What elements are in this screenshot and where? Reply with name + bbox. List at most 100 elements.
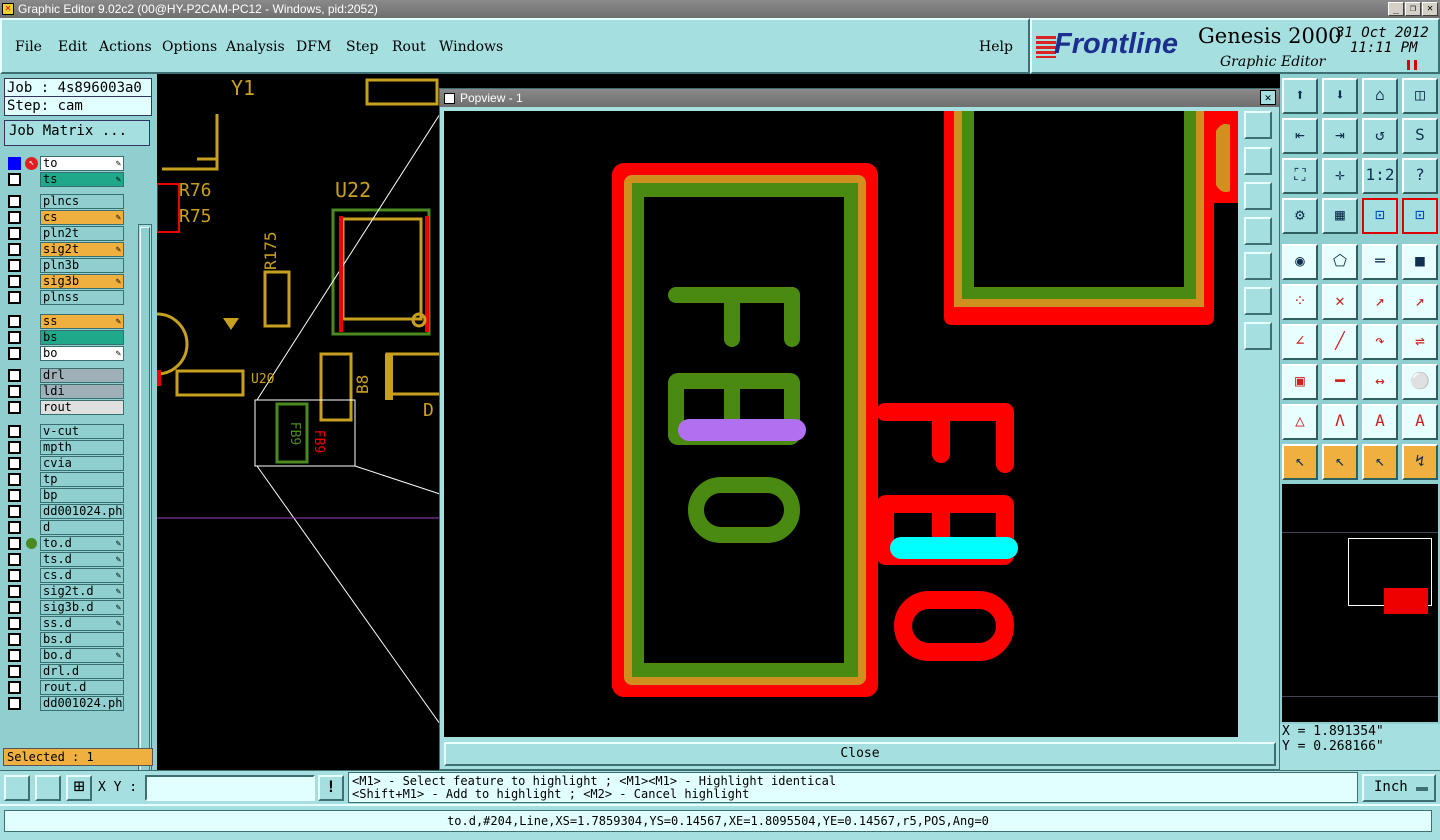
layer-row-21[interactable]: d [8, 520, 124, 535]
layer-row-6[interactable]: pln3b [8, 258, 124, 273]
layer-row-0[interactable]: ↖ to ✎ [8, 156, 124, 171]
dimension-icon[interactable]: ↔ [1362, 364, 1398, 400]
trace-icon[interactable]: ━ [1322, 364, 1358, 400]
layer-checkbox[interactable] [8, 473, 21, 486]
layer-checkbox[interactable] [8, 633, 21, 646]
menu-file[interactable]: File [15, 39, 42, 55]
layer-row-1[interactable]: ts ✎ [8, 172, 124, 187]
layer-checkbox[interactable] [8, 243, 21, 256]
menu-dfm[interactable]: DFM [296, 39, 331, 55]
alert-icon[interactable]: ! [318, 775, 344, 801]
line-drag-icon[interactable]: ↗ [1402, 284, 1438, 320]
close-icon[interactable]: ✕ [1422, 2, 1438, 16]
menu-analysis[interactable]: Analysis [226, 39, 285, 55]
popview-close-icon[interactable]: ✕ [1260, 90, 1276, 105]
menu-step[interactable]: Step [346, 39, 378, 55]
layer-row-20[interactable]: dd001024.pho [8, 504, 124, 519]
job-matrix-button[interactable]: Job Matrix ... [4, 120, 150, 146]
net-highlight-icon[interactable]: ⊡ [1362, 198, 1398, 234]
layer-scrollbar[interactable] [138, 224, 152, 816]
layer-checkbox[interactable] [8, 521, 21, 534]
letter-a-icon[interactable]: A [1362, 404, 1398, 440]
layer-checkbox[interactable] [8, 211, 21, 224]
layer-row-18[interactable]: tp [8, 472, 124, 487]
popview-zoom-tool-6[interactable] [1244, 287, 1272, 315]
measure-icon[interactable] [35, 775, 61, 801]
window-split-icon[interactable]: ◫ [1402, 78, 1438, 114]
menu-rout[interactable]: Rout [392, 39, 426, 55]
layer-checkbox[interactable] [8, 457, 21, 470]
popview-zoom-tool-7[interactable] [1244, 322, 1272, 350]
rotate-icon[interactable]: ↺ [1362, 118, 1398, 154]
pointer-frame-icon[interactable]: ↖ [1362, 444, 1398, 480]
menu-help[interactable]: Help [979, 39, 1013, 55]
pointer-icon[interactable]: ↖ [1282, 444, 1318, 480]
graphic-canvas[interactable]: Y1 R76 R75 U22 R175 U20 B8 FB9 FB9 D [157, 74, 440, 770]
layer-row-9[interactable]: ss ✎ [8, 314, 124, 329]
layer-checkbox[interactable] [8, 553, 21, 566]
layer-row-3[interactable]: cs ✎ [8, 210, 124, 225]
layer-row-19[interactable]: bp [8, 488, 124, 503]
snap-grid-icon[interactable]: ⊞ [66, 775, 92, 801]
slash-icon[interactable]: ╱ [1322, 324, 1358, 360]
layer-row-14[interactable]: rout [8, 400, 124, 415]
layer-checkbox[interactable] [8, 505, 21, 518]
ruler-icon[interactable]: ═ [1362, 244, 1398, 280]
line-add-icon[interactable]: ↗ [1362, 284, 1398, 320]
layer-row-12[interactable]: drl [8, 368, 124, 383]
layer-row-25[interactable]: sig2t.d ✎ [8, 584, 124, 599]
layer-checkbox[interactable] [8, 681, 21, 694]
popview-zoom-tool-3[interactable] [1244, 182, 1272, 210]
layer-checkbox[interactable] [8, 585, 21, 598]
layer-checkbox[interactable] [8, 601, 21, 614]
letter-a-cross-icon[interactable]: A [1402, 404, 1438, 440]
minimize-icon[interactable]: _ [1388, 2, 1404, 16]
layer-row-31[interactable]: rout.d [8, 680, 124, 695]
layer-checkbox[interactable] [8, 569, 21, 582]
menu-options[interactable]: Options [162, 39, 217, 55]
layer-checkbox[interactable] [8, 347, 21, 360]
layer-checkbox[interactable] [8, 617, 21, 630]
units-select[interactable]: Inch [1362, 774, 1436, 802]
layer-row-2[interactable]: plncs [8, 194, 124, 209]
layer-row-29[interactable]: bo.d ✎ [8, 648, 124, 663]
pointer-box-icon[interactable]: ↖ [1322, 444, 1358, 480]
layer-row-13[interactable]: ldi [8, 384, 124, 399]
grid-icon[interactable]: ▦ [1322, 198, 1358, 234]
settings-icon[interactable]: ⚙ [1282, 198, 1318, 234]
help-query-icon[interactable]: ? [1402, 158, 1438, 194]
circles-icon[interactable]: ⚪ [1402, 364, 1438, 400]
layer-checkbox[interactable] [8, 259, 21, 272]
layer-row-8[interactable]: plnss [8, 290, 124, 305]
menu-actions[interactable]: Actions [99, 39, 152, 55]
layer-checkbox[interactable] [8, 291, 21, 304]
text-flip-icon[interactable]: ⇌ [1402, 324, 1438, 360]
layer-row-27[interactable]: ss.d ✎ [8, 616, 124, 631]
pointer-path-icon[interactable]: ↯ [1402, 444, 1438, 480]
popview-canvas[interactable] [444, 111, 1238, 737]
layer-checkbox[interactable] [8, 537, 21, 550]
house-icon[interactable]: ⌂ [1362, 78, 1398, 114]
layer-checkbox[interactable] [8, 227, 21, 240]
zoom-box-icon[interactable] [4, 775, 30, 801]
layer-checkbox[interactable] [8, 369, 21, 382]
layer-row-23[interactable]: ts.d ✎ [8, 552, 124, 567]
popview-zoom-tool-1[interactable] [1244, 111, 1272, 139]
layer-checkbox[interactable] [8, 665, 21, 678]
layer-row-5[interactable]: sig2t ✎ [8, 242, 124, 257]
layer-checkbox[interactable] [8, 173, 21, 186]
layer-row-7[interactable]: sig3b ✎ [8, 274, 124, 289]
angle-icon[interactable]: ∠ [1282, 324, 1318, 360]
copy-to-icon[interactable]: ⬇ [1322, 78, 1358, 114]
affected-icon[interactable]: ↖ [25, 157, 38, 170]
layer-row-15[interactable]: v-cut [8, 424, 124, 439]
menu-windows[interactable]: Windows [439, 39, 503, 55]
square-pad-icon[interactable]: ▣ [1282, 364, 1318, 400]
layer-checkbox[interactable] [8, 441, 21, 454]
arc-icon[interactable]: ↷ [1362, 324, 1398, 360]
popview-window[interactable]: Popview - 1 ✕ Close [439, 88, 1280, 770]
layer-row-17[interactable]: cvia [8, 456, 124, 471]
layer-row-22[interactable]: to.d ✎ [8, 536, 124, 551]
square-frame-icon[interactable]: ■ [1402, 244, 1438, 280]
layer-checkbox[interactable] [8, 195, 21, 208]
